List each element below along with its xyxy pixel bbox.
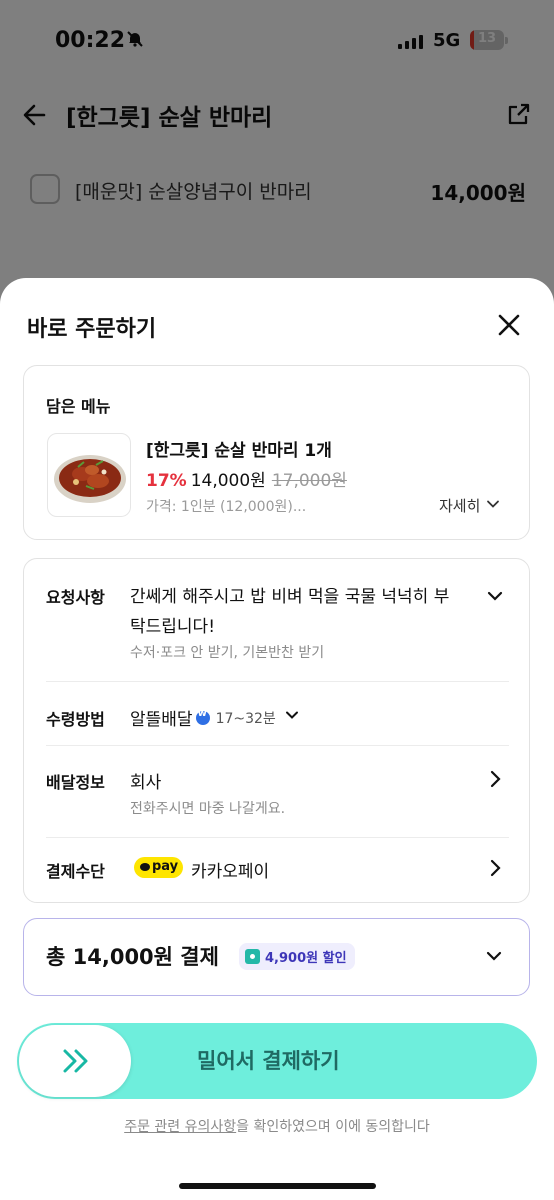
payment-value: 카카오페이 — [191, 862, 270, 882]
menu-thumbnail — [47, 433, 131, 517]
total-amount: 총 14,000원 결제 — [46, 945, 219, 969]
order-info-card: 요청사항 간쎄게 해주시고 밥 비벼 먹을 국물 넉넉히 부 탁드립니다! 수저… — [23, 558, 530, 903]
chevron-down-icon[interactable] — [485, 947, 503, 969]
chevron-down-icon[interactable] — [486, 587, 504, 609]
discount-percent: 17% — [146, 471, 187, 491]
original-price: 17,000원 — [271, 471, 347, 491]
coupon-icon — [245, 949, 260, 964]
request-line1: 간쎄게 해주시고 밥 비벼 먹을 국물 넉넉히 부 — [130, 587, 450, 607]
delivery-info-sub: 전화주시면 마중 나갈게요. — [130, 801, 286, 817]
delivery-method-row[interactable]: 수령방법 알뜰배달 17~32분 — [24, 704, 531, 732]
agreement-rest: 을 확인하였으며 이에 동의합니다 — [236, 1119, 430, 1135]
delivery-eta: 17~32분 — [215, 710, 276, 727]
chevron-down-icon — [486, 497, 500, 515]
request-label: 요청사항 — [46, 588, 105, 607]
close-icon[interactable] — [496, 312, 522, 338]
home-indicator — [179, 1183, 376, 1189]
delivery-method-label: 수령방법 — [46, 710, 105, 729]
double-chevron-right-icon — [63, 1049, 88, 1073]
request-line2: 탁드립니다! — [130, 617, 216, 637]
delivery-info-label: 배달정보 — [46, 773, 105, 792]
menu-card-label: 담은 메뉴 — [46, 397, 111, 416]
price-description: 가격: 1인분 (12,000원)... — [146, 499, 307, 515]
chevron-down-icon[interactable] — [284, 707, 300, 728]
delivery-method-text: 알뜰배달 — [130, 710, 193, 730]
total-card[interactable]: 총 14,000원 결제 4,900원 할인 — [23, 918, 530, 996]
payment-row[interactable]: 결제수단 pay 카카오페이 — [24, 857, 531, 883]
price-line: 17% 14,000원 17,000원 — [146, 466, 347, 491]
discount-badge: 4,900원 할인 — [239, 943, 355, 970]
request-sub: 수저·포크 안 받기, 기본반찬 받기 — [130, 645, 325, 661]
chevron-right-icon[interactable] — [486, 769, 504, 793]
pay-logo-text: pay — [152, 859, 179, 874]
slide-label: 밀어서 결제하기 — [197, 1049, 340, 1073]
agreement-text: 주문 관련 유의사항을 확인하였으며 이에 동의합니다 — [0, 1116, 554, 1136]
detail-label: 자세히 — [439, 497, 481, 515]
notice-link[interactable]: 주문 관련 유의사항 — [124, 1119, 236, 1135]
detail-toggle[interactable]: 자세히 — [439, 495, 500, 516]
current-price: 14,000원 — [190, 471, 266, 491]
menu-card: 담은 메뉴 [한그릇] 순살 반마리 1개 17% 14,000원 17,000원 … — [23, 365, 530, 540]
chevron-right-icon[interactable] — [486, 858, 504, 882]
kakaopay-logo: pay — [134, 857, 183, 878]
delivery-info-value: 회사 — [130, 773, 162, 793]
delivery-info-row[interactable]: 배달정보 회사 전화주시면 마중 나갈게요. — [24, 767, 531, 827]
delivery-method-value: 알뜰배달 17~32분 — [130, 705, 300, 730]
order-sheet: 바로 주문하기 담은 메뉴 [한그릇] 순살 반마리 1개 17% 14,000원… — [0, 278, 554, 1200]
payment-label: 결제수단 — [46, 862, 105, 881]
wow-badge-icon — [195, 708, 210, 725]
menu-item-name: [한그릇] 순살 반마리 1개 — [146, 441, 332, 461]
request-row[interactable]: 요청사항 간쎄게 해주시고 밥 비벼 먹을 국물 넉넉히 부 탁드립니다! 수저… — [24, 581, 531, 681]
slide-knob[interactable] — [19, 1025, 131, 1097]
sheet-title: 바로 주문하기 — [27, 317, 157, 342]
slide-to-pay-button[interactable]: 밀어서 결제하기 — [17, 1023, 537, 1099]
discount-amount: 4,900원 할인 — [265, 951, 347, 966]
